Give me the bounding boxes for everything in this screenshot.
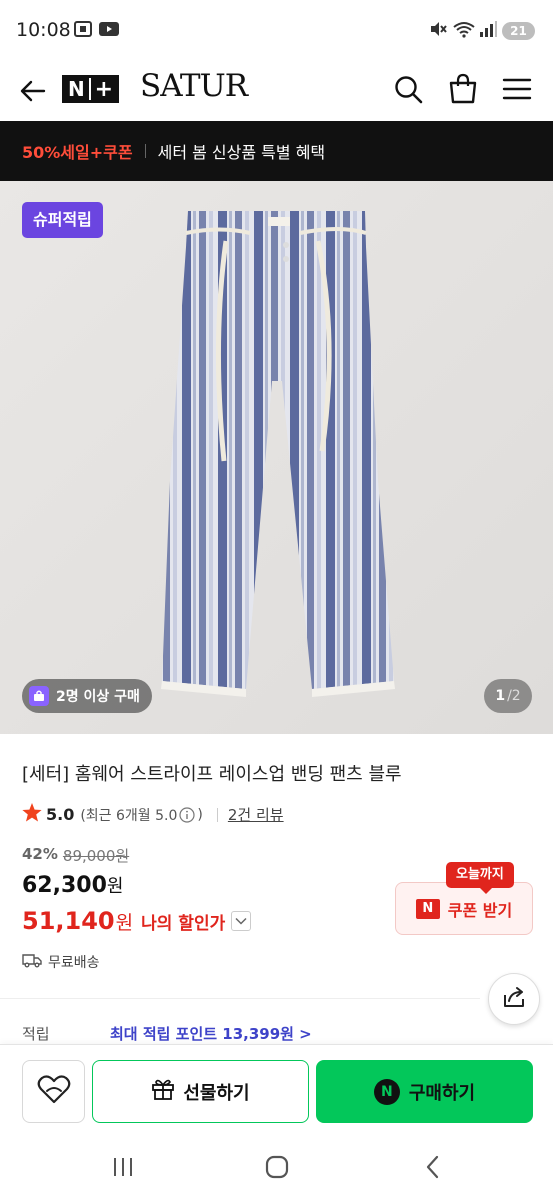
naver-n-icon: N [415, 898, 440, 919]
points-row[interactable]: 적립 최대 적립 포인트 13,399원 > [22, 1023, 312, 1044]
recent-rating-close: ) [197, 806, 203, 823]
back-nav-icon[interactable] [413, 1152, 453, 1182]
sale-price-unit: 원 [106, 876, 124, 897]
shipping-label: 무료배송 [48, 955, 100, 971]
group-buy-label: 2명 이상 구매 [56, 689, 140, 705]
points-value[interactable]: 최대 적립 포인트 13,399원 > [110, 1023, 312, 1044]
points-label: 적립 [22, 1025, 50, 1043]
recent-rating: (최근 6개월 5.0 [80, 807, 178, 824]
info-icon[interactable] [179, 806, 196, 823]
share-icon [501, 985, 527, 1013]
cart-bag-icon[interactable] [447, 72, 479, 106]
product-image[interactable]: 슈퍼적립 2명 이상 구매 1 /2 [0, 181, 553, 734]
buy-button[interactable]: N 구매하기 [316, 1060, 533, 1123]
screenshot-icon [74, 21, 92, 37]
home-icon[interactable] [257, 1152, 297, 1182]
app-header: N + SATUR [0, 62, 553, 121]
chevron-down-icon[interactable] [231, 911, 252, 931]
truck-icon [22, 952, 42, 972]
promo-text: 세터 봄 신상품 특별 혜택 [157, 143, 326, 162]
mute-icon [429, 21, 447, 37]
page-total: /2 [507, 688, 521, 704]
discount-percent: 42% [22, 845, 58, 863]
image-page-indicator: 1 /2 [484, 679, 532, 713]
coupon-button[interactable]: N 쿠폰 받기 [395, 882, 533, 935]
sale-price: 62,300원 [22, 872, 123, 898]
my-price-row[interactable]: 51,140 원 나의 할인가 [22, 907, 252, 935]
status-bar: 10:08 21 [0, 0, 553, 62]
share-button[interactable] [488, 973, 540, 1025]
buy-button-label: 구매하기 [408, 1082, 476, 1104]
heart-icon [37, 1074, 71, 1109]
wifi-icon [452, 21, 476, 38]
star-icon [22, 803, 42, 826]
reviews-link[interactable]: 2건 리뷰 [228, 804, 284, 825]
system-nav-bar [0, 1136, 553, 1200]
signal-icon [479, 21, 497, 37]
my-price-value: 51,140 [22, 907, 115, 935]
rating-row: 5.0 (최근 6개월 5.0 ) 2건 리뷰 [22, 803, 284, 826]
coupon-deadline-tag: 오늘까지 [446, 862, 514, 894]
purchase-action-bar: 선물하기 N 구매하기 [0, 1044, 553, 1136]
rating-divider [216, 807, 218, 822]
sale-price-value: 62,300 [22, 873, 107, 898]
naver-plus-logo[interactable]: N + [62, 75, 119, 103]
search-icon[interactable] [393, 74, 425, 106]
back-arrow-icon[interactable] [18, 76, 48, 106]
page-current: 1 [495, 688, 506, 704]
discount-row: 42% 89,000원 [22, 845, 129, 866]
section-divider [0, 998, 480, 999]
original-price: 89,000원 [62, 847, 130, 865]
rating-score: 5.0 [46, 805, 75, 824]
product-title: [세터] 홈웨어 스트라이프 레이스업 밴딩 팬츠 블루 [22, 764, 402, 785]
battery-indicator: 21 [502, 22, 535, 40]
naver-pay-icon: N [373, 1078, 400, 1105]
promo-banner[interactable]: 50%세일+쿠폰 세터 봄 신상품 특별 혜택 [0, 121, 553, 181]
my-price-label: 나의 할인가 [141, 913, 226, 934]
my-price-unit: 원 [115, 911, 134, 934]
wishlist-button[interactable] [22, 1060, 85, 1123]
store-brand[interactable]: SATUR [140, 68, 248, 104]
promo-highlight: 50%세일+쿠폰 [22, 143, 133, 162]
shipping-row: 무료배송 [22, 952, 100, 972]
shopping-bag-icon [29, 686, 49, 706]
coupon-button-label: 쿠폰 받기 [447, 900, 513, 920]
status-time: 10:08 [16, 19, 71, 41]
group-buy-pill[interactable]: 2명 이상 구매 [22, 679, 152, 713]
super-points-badge: 슈퍼적립 [22, 202, 103, 238]
gift-icon [151, 1077, 175, 1106]
gift-button[interactable]: 선물하기 [92, 1060, 309, 1123]
gift-button-label: 선물하기 [183, 1082, 250, 1104]
menu-hamburger-icon[interactable] [501, 74, 533, 104]
recent-apps-icon[interactable] [103, 1152, 143, 1182]
youtube-icon [99, 21, 119, 37]
striped-pants-illustration [0, 181, 553, 734]
promo-divider [144, 144, 146, 158]
